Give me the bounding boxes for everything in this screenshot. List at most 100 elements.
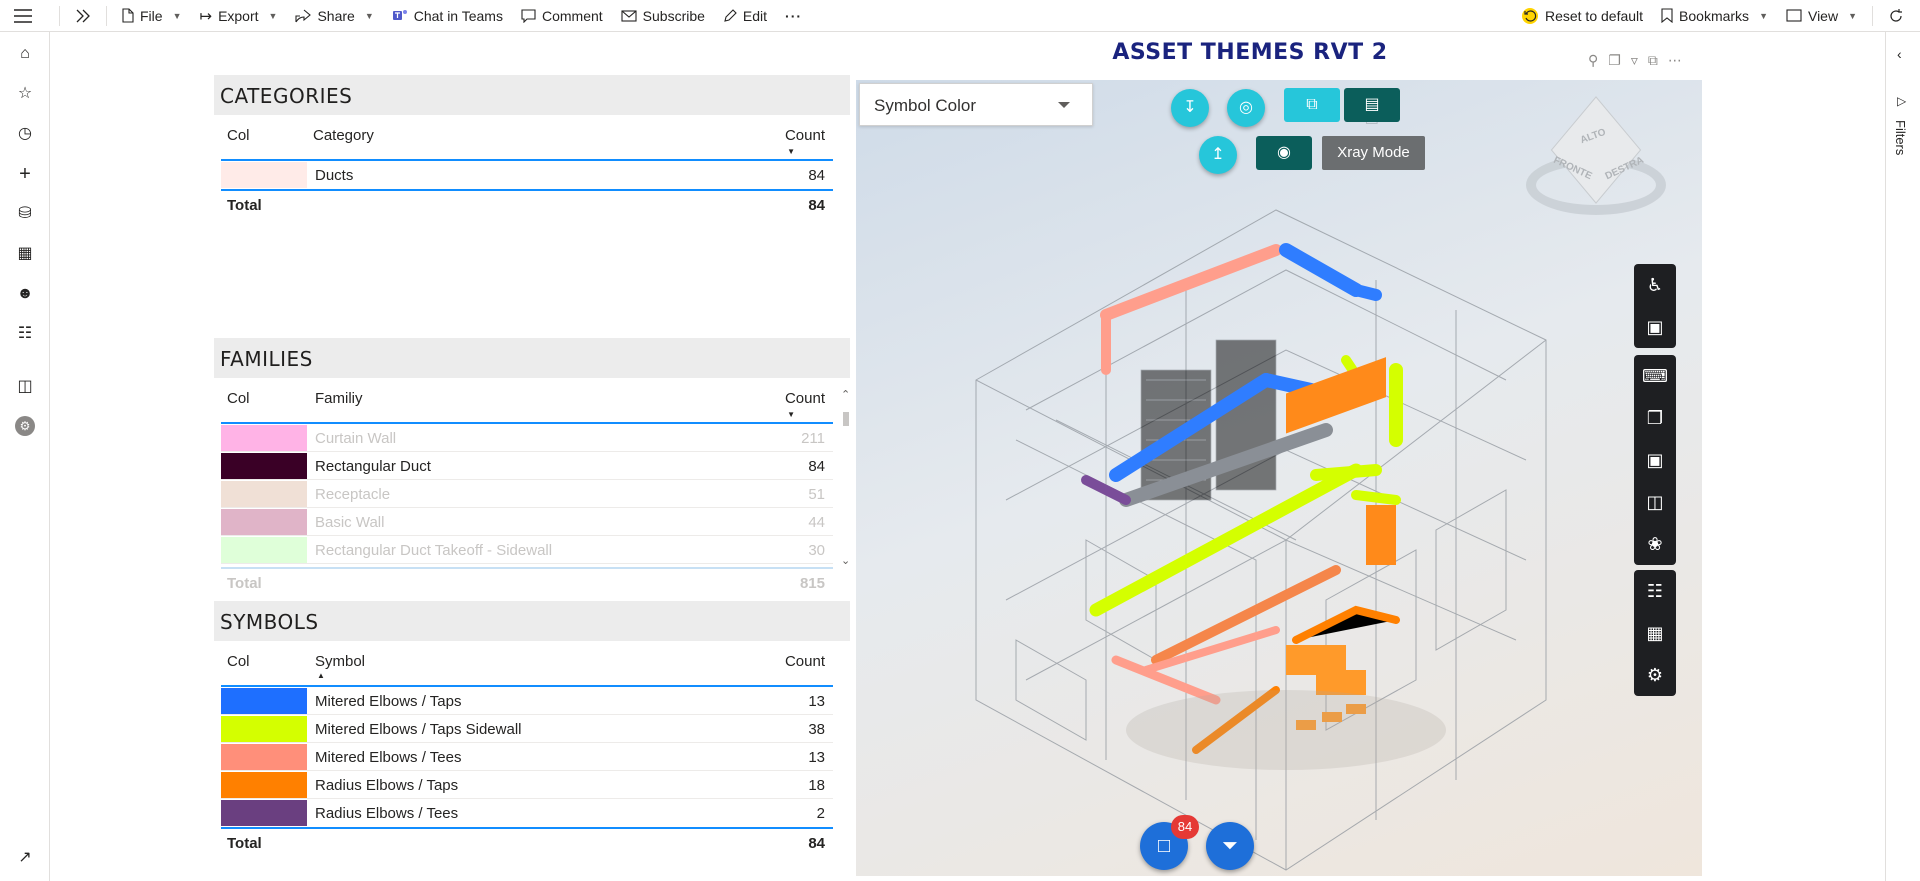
shared-people-icon[interactable]: ☻ xyxy=(15,284,35,304)
hierarchy-icon[interactable]: ☷ xyxy=(1634,570,1676,612)
view-cube[interactable]: ALTO FRONTE DESTRA xyxy=(1526,96,1666,215)
home-icon[interactable]: ⌂ xyxy=(15,44,35,64)
top-toolbar: File ▼ ↦ Export ▼ Share ▼ Chat in Teams Com… xyxy=(0,0,1920,32)
chevron-up-icon[interactable]: ⌃ xyxy=(841,388,850,401)
chevron-left-icon[interactable]: ‹ xyxy=(1897,46,1902,62)
table-row[interactable]: Basic Wall 44 xyxy=(221,508,833,536)
table-row[interactable]: Receptacle 51 xyxy=(221,480,833,508)
filter-clear-icon: ⏷ xyxy=(1222,835,1238,857)
model-browser-icon[interactable]: ❀ xyxy=(1634,523,1676,565)
table-row[interactable]: Curtain Wall 211 xyxy=(221,424,833,452)
subscribe-button[interactable]: Subscribe xyxy=(612,0,714,32)
properties-icon[interactable]: ▦ xyxy=(1634,612,1676,654)
pencil-icon xyxy=(724,8,737,22)
workspaces-icon[interactable]: ◫ xyxy=(15,377,35,397)
section-box-icon[interactable]: ❐ xyxy=(1634,397,1676,439)
my-workspace-avatar-icon[interactable]: ⚙ xyxy=(15,416,35,436)
arrow-up-layers-icon: ↥ xyxy=(1211,146,1225,163)
caret-down-icon xyxy=(1058,102,1070,108)
fit-to-view-button[interactable]: ◎ xyxy=(1227,89,1265,127)
table-row[interactable]: Ducts 84 xyxy=(221,161,833,189)
table-row[interactable]: Mitered Elbows / Tees 13 xyxy=(221,743,833,771)
hatch-icon: ▤ xyxy=(1364,96,1380,113)
focus-mode-icon[interactable]: ⧉ xyxy=(1648,52,1658,69)
table-row[interactable]: Rectangular Duct 84 xyxy=(221,452,833,480)
chat-in-teams-button[interactable]: Chat in Teams xyxy=(383,0,512,32)
category-name: Ducts xyxy=(315,167,354,184)
col-header[interactable]: Col xyxy=(227,127,250,144)
explode-cube-icon[interactable]: ▣ xyxy=(1634,439,1676,481)
chevron-down-icon[interactable]: ⌄ xyxy=(841,554,850,567)
more-options-icon[interactable]: ⋯ xyxy=(1668,52,1682,69)
chat-in-teams-label: Chat in Teams xyxy=(413,7,503,24)
table-row[interactable]: Radius Elbows / Taps 18 xyxy=(221,771,833,799)
subscribe-label: Subscribe xyxy=(642,7,705,24)
copy-visual-icon[interactable]: ❐ xyxy=(1608,52,1621,69)
table-total-row: Total 84 xyxy=(221,827,833,855)
category-count: 84 xyxy=(808,167,825,184)
col-header[interactable]: Col xyxy=(227,390,250,407)
filters-pane-collapsed[interactable]: ‹ ▷ xyxy=(1885,32,1920,881)
crosshair-icon: ◎ xyxy=(1239,99,1253,116)
more-options-button[interactable]: ··· xyxy=(776,0,811,32)
left-navigation: ⌂ ☆ ◷ + ⛁ ▦ ☻ ☷ ◫ ⚙ ↗ xyxy=(0,32,50,881)
family-count: 84 xyxy=(808,458,825,475)
count-header[interactable]: Count xyxy=(785,390,825,407)
learn-book-icon[interactable]: ☷ xyxy=(15,324,35,344)
color-mode-dropdown[interactable]: Symbol Color xyxy=(859,83,1093,126)
file-menu[interactable]: File ▼ xyxy=(113,0,190,32)
edit-button[interactable]: Edit xyxy=(714,0,776,32)
section-up-button[interactable]: ↥ xyxy=(1199,136,1237,174)
hatch-mode-button[interactable]: ▤ xyxy=(1344,88,1400,122)
xray-mode-tooltip: Xray Mode xyxy=(1322,136,1425,170)
3d-model-viewer[interactable]: ⌂ ALTO FRONTE DESTRA xyxy=(856,80,1702,876)
xray-mode-button[interactable]: ◉ xyxy=(1256,136,1312,170)
expand-button[interactable] xyxy=(66,0,100,32)
gear-icon[interactable]: ⚙ xyxy=(1634,654,1676,696)
view-menu[interactable]: View ▼ xyxy=(1777,0,1866,32)
create-plus-icon[interactable]: + xyxy=(15,164,35,184)
camera-icon[interactable]: ▣ xyxy=(1634,306,1676,348)
scrollbar-thumb[interactable] xyxy=(843,412,849,426)
families-title: FAMILIES xyxy=(214,338,850,378)
filter-icon[interactable]: ▿ xyxy=(1631,52,1638,69)
family-header[interactable]: Familiy xyxy=(315,390,363,407)
folder-icon[interactable]: ◫ xyxy=(1634,481,1676,523)
reset-to-default-button[interactable]: Reset to default xyxy=(1512,0,1652,32)
comment-button[interactable]: Comment xyxy=(512,0,612,32)
table-scrollbar[interactable]: ⌃ ⌄ xyxy=(839,378,853,578)
table-total-row: Total 84 xyxy=(221,189,833,217)
chevron-down-icon: ▼ xyxy=(1759,10,1768,21)
symbols-visual: SYMBOLS Col Symbol Count ▲ Mitered Elbow… xyxy=(214,601,850,855)
table-row[interactable]: Mitered Elbows / Taps 13 xyxy=(221,687,833,715)
walk-person-icon[interactable]: ♿ xyxy=(1634,264,1676,306)
col-header[interactable]: Col xyxy=(227,653,250,670)
datasets-icon[interactable]: ⛁ xyxy=(15,204,35,224)
apps-icon[interactable]: ▦ xyxy=(15,244,35,264)
favorites-star-icon[interactable]: ☆ xyxy=(15,84,35,104)
table-row[interactable]: Radius Elbows / Tees 2 xyxy=(221,799,833,827)
category-header[interactable]: Category xyxy=(313,127,374,144)
color-swatch xyxy=(221,162,307,188)
section-down-button[interactable]: ↧ xyxy=(1171,89,1209,127)
recent-clock-icon[interactable]: ◷ xyxy=(15,124,35,144)
categories-table: Col Category Count ▼ Ducts 84 Total 84 xyxy=(221,115,833,217)
hamburger-menu-button[interactable] xyxy=(0,0,41,32)
table-row[interactable]: Mitered Elbows / Taps Sidewall 38 xyxy=(221,715,833,743)
total-label: Total xyxy=(227,197,262,214)
open-external-arrow-icon[interactable]: ↗ xyxy=(15,848,35,868)
export-menu[interactable]: ↦ Export ▼ xyxy=(190,0,286,32)
selection-box-icon: □ xyxy=(1157,835,1171,857)
symbol-header[interactable]: Symbol xyxy=(315,653,365,670)
count-header[interactable]: Count xyxy=(785,127,825,144)
filters-pane-label[interactable]: Filters xyxy=(1893,120,1908,155)
measure-ruler-icon[interactable]: ⌨ xyxy=(1634,355,1676,397)
pin-icon[interactable]: ⚲ xyxy=(1588,52,1598,69)
refresh-button[interactable] xyxy=(1879,0,1920,32)
bookmarks-menu[interactable]: Bookmarks ▼ xyxy=(1652,0,1777,32)
count-header[interactable]: Count xyxy=(785,653,825,670)
clear-filter-button[interactable]: ⏷ xyxy=(1206,822,1254,870)
table-row[interactable]: Rectangular Duct Takeoff - Sidewall 30 xyxy=(221,536,833,564)
share-menu[interactable]: Share ▼ xyxy=(286,0,382,32)
select-box-button[interactable]: ⧉ xyxy=(1284,88,1340,122)
